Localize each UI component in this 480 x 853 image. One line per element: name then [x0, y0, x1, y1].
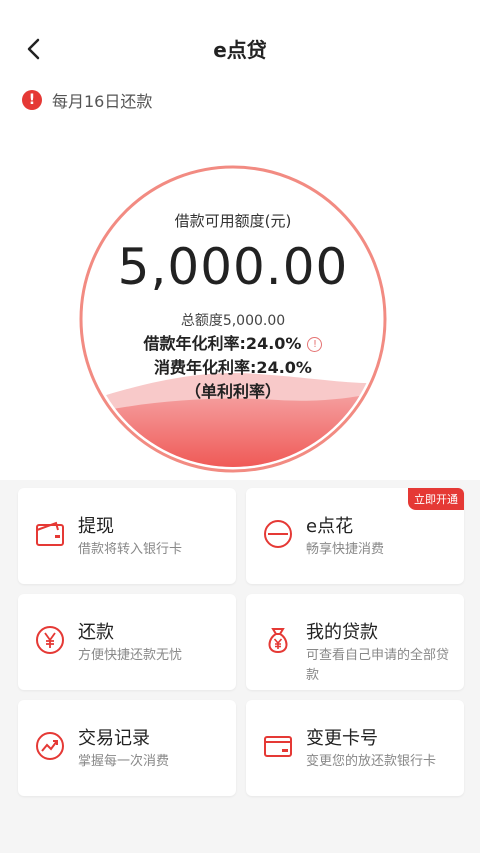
consume-rate: 消费年化利率:24.0%	[154, 358, 312, 377]
card-subtitle: 可查看自己申请的全部贷款	[306, 648, 450, 683]
card-title: 我的贷款	[306, 622, 378, 643]
available-credit-amount: 5,000.00	[117, 238, 349, 296]
available-credit-label: 借款可用额度(元)	[174, 212, 292, 230]
card-change-card[interactable]: 变更卡号 变更您的放还款银行卡	[246, 700, 464, 796]
repayment-notice-text: 每月16日还款	[52, 92, 153, 111]
wallet-icon	[36, 521, 64, 546]
card-repay[interactable]: 还款 方便快捷还款无忧	[18, 594, 236, 690]
card-subtitle: 变更您的放还款银行卡	[306, 754, 437, 769]
money-bag-icon	[268, 628, 288, 654]
borrow-rate-text: 借款年化利率:24.0%	[143, 334, 302, 353]
trend-icon	[36, 732, 64, 760]
card-transactions[interactable]: 交易记录 掌握每一次消费	[18, 700, 236, 796]
simple-rate-note: （单利利率）	[184, 382, 281, 401]
repayment-notice: ! 每月16日还款	[22, 88, 152, 112]
total-credit: 总额度5,000.00	[180, 313, 286, 329]
card-subtitle: 掌握每一次消费	[78, 754, 170, 769]
card-title: e点花	[306, 516, 354, 537]
card-my-loans[interactable]: 我的贷款 可查看自己申请的全部贷款	[246, 594, 464, 690]
bank-card-icon	[264, 736, 292, 757]
credit-circle: 借款可用额度(元) 5,000.00 总额度5,000.00 借款年化利率:24…	[78, 164, 388, 474]
card-subtitle: 借款将转入银行卡	[78, 542, 183, 557]
warning-icon: !	[22, 90, 42, 110]
info-icon[interactable]: !	[307, 337, 323, 352]
card-title: 变更卡号	[306, 728, 378, 749]
header: e点贷	[0, 0, 480, 100]
card-e-consume[interactable]: e点花 畅享快捷消费 立即开通	[246, 488, 464, 584]
card-subtitle: 方便快捷还款无忧	[78, 648, 183, 663]
card-title: 交易记录	[78, 728, 150, 749]
card-withdraw[interactable]: 提现 借款将转入银行卡	[18, 488, 236, 584]
card-subtitle: 畅享快捷消费	[306, 542, 385, 557]
activate-badge[interactable]: 立即开通	[408, 488, 464, 510]
card-title: 提现	[78, 516, 114, 537]
minus-circle-icon	[264, 520, 292, 548]
borrow-rate: 借款年化利率:24.0%!	[78, 330, 388, 354]
yen-circle-icon	[36, 626, 64, 654]
page-title: e点贷	[213, 38, 267, 62]
card-title: 还款	[78, 622, 114, 643]
